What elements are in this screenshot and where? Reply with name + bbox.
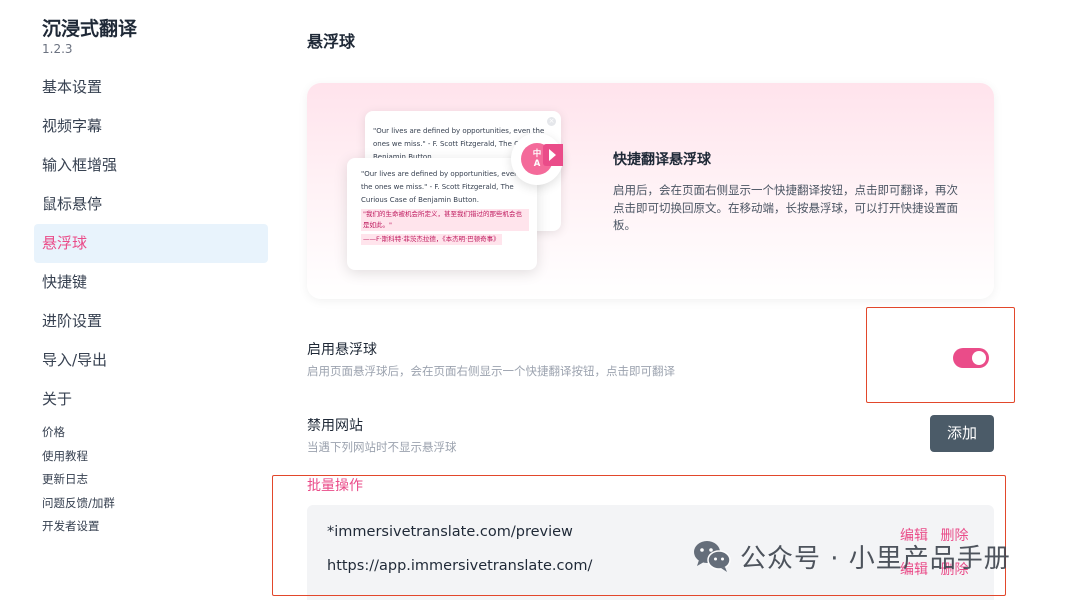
sidebar-link-changelog[interactable]: 更新日志 [42, 468, 115, 492]
annotation-box-toggle [866, 307, 1015, 403]
sidebar-sub-nav: 价格 使用教程 更新日志 问题反馈/加群 开发者设置 [42, 421, 115, 539]
sidebar-link-developer[interactable]: 开发者设置 [42, 515, 115, 539]
page-title: 悬浮球 [307, 32, 356, 51]
app-version: 1.2.3 [42, 42, 73, 56]
sidebar-item-video-subtitles[interactable]: 视频字幕 [34, 107, 268, 146]
watermark-text: 公众号 · 小里产品手册 [740, 543, 1011, 574]
blocked-sites-description: 当遇下列网站时不显示悬浮球 [307, 440, 457, 454]
blocked-sites-title: 禁用网站 [307, 418, 363, 434]
sidebar-item-input-enhance[interactable]: 输入框增强 [34, 146, 268, 185]
play-arrow-icon [543, 144, 563, 166]
close-icon: × [547, 117, 556, 126]
sidebar-nav: 基本设置 视频字幕 输入框增强 鼠标悬停 悬浮球 快捷键 进阶设置 导入/导出 … [34, 68, 268, 419]
settings-app: 沉浸式翻译 1.2.3 基本设置 视频字幕 输入框增强 鼠标悬停 悬浮球 快捷键… [0, 0, 1080, 600]
wechat-icon [694, 541, 731, 572]
app-title: 沉浸式翻译 [42, 18, 138, 40]
preview-front-chinese-2: ——F·斯科特·菲茨杰拉德，《本杰明·巴顿奇事》 [361, 234, 502, 245]
enable-ball-title: 启用悬浮球 [307, 342, 377, 358]
sidebar-item-basic[interactable]: 基本设置 [34, 68, 268, 107]
sidebar-item-import-export[interactable]: 导入/导出 [34, 341, 268, 380]
banner-title: 快捷翻译悬浮球 [613, 152, 711, 168]
watermark: 公众号 · 小里产品手册 [692, 536, 1011, 576]
sidebar-item-mouse-hover[interactable]: 鼠标悬停 [34, 185, 268, 224]
sidebar-item-shortcuts[interactable]: 快捷键 [34, 263, 268, 302]
sidebar-link-pricing[interactable]: 价格 [42, 421, 115, 445]
feature-banner: × "Our lives are defined by opportunitie… [307, 83, 994, 299]
sidebar-item-floating-ball[interactable]: 悬浮球 [34, 224, 268, 263]
sidebar: 沉浸式翻译 1.2.3 基本设置 视频字幕 输入框增强 鼠标悬停 悬浮球 快捷键… [0, 0, 280, 600]
enable-ball-description: 启用页面悬浮球后，会在页面右侧显示一个快捷翻译按钮，点击即可翻译 [307, 364, 675, 378]
sidebar-item-about[interactable]: 关于 [34, 380, 268, 419]
sidebar-link-tutorial[interactable]: 使用教程 [42, 445, 115, 469]
add-site-button[interactable]: 添加 [930, 415, 994, 452]
sidebar-item-advanced[interactable]: 进阶设置 [34, 302, 268, 341]
sidebar-link-feedback[interactable]: 问题反馈/加群 [42, 492, 115, 516]
banner-description: 启用后，会在页面右侧显示一个快捷翻译按钮，点击即可翻译，再次点击即可切换回原文。… [613, 183, 958, 232]
preview-front-chinese-1: "我们的生命被机会所定义，甚至我们错过的那些机会也是如此。" [361, 209, 529, 231]
preview-card-front: "Our lives are defined by opportunities,… [347, 158, 537, 270]
preview-front-english: "Our lives are defined by opportunities,… [361, 170, 519, 204]
